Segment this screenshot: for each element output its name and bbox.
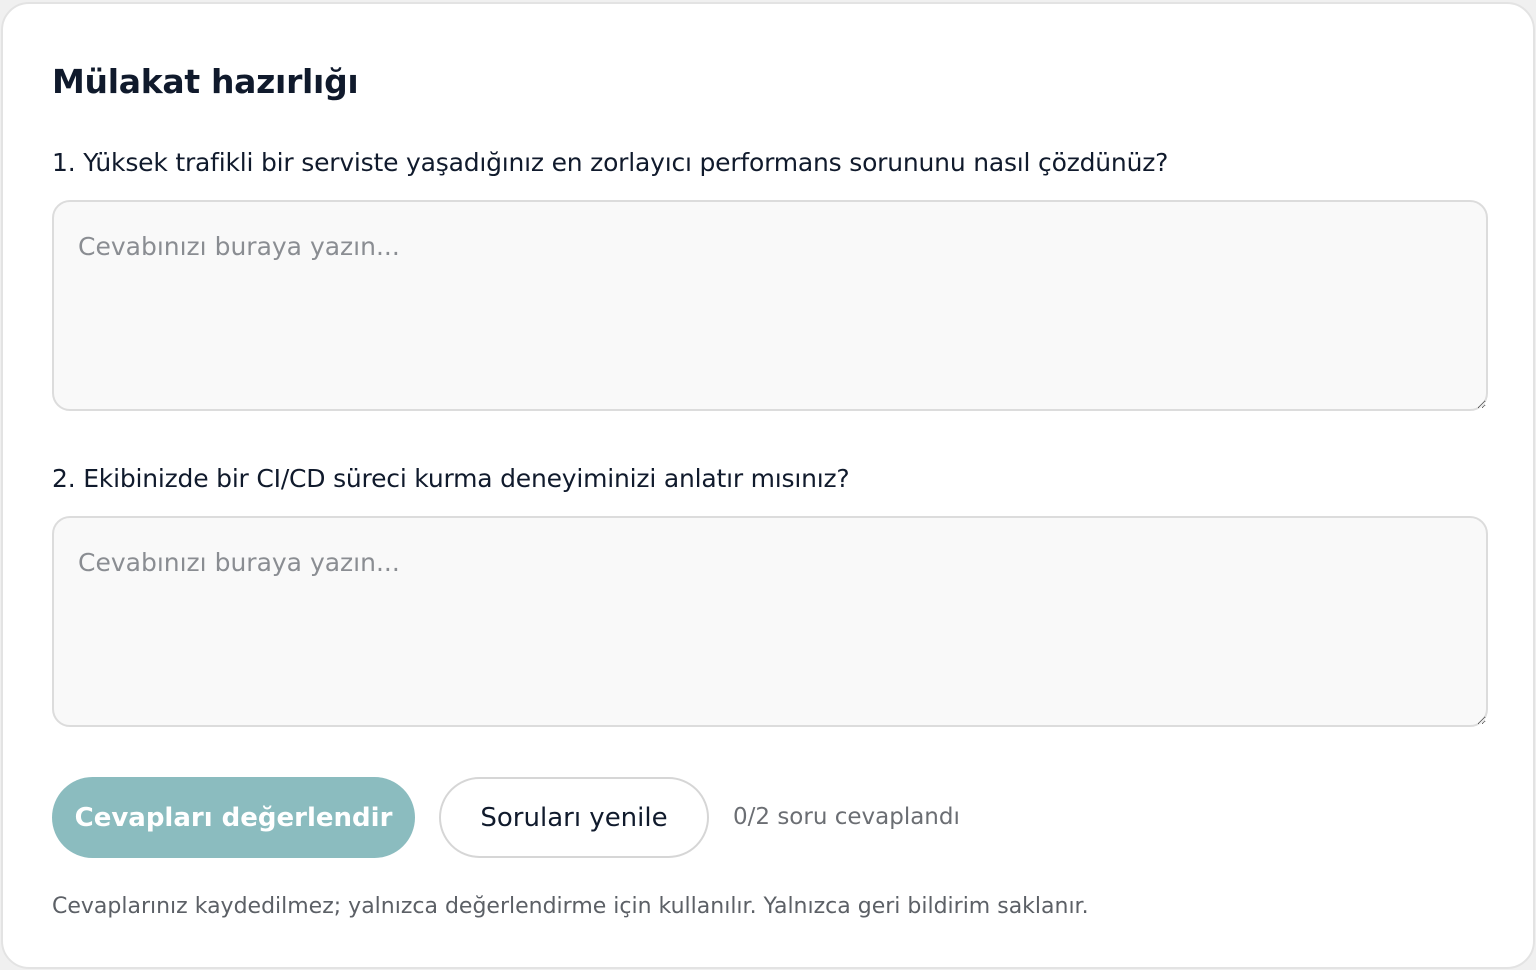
answered-progress-text: 0/2 soru cevaplandı xyxy=(733,804,960,830)
refresh-questions-button[interactable]: Soruları yenile xyxy=(439,777,709,858)
question-1-label: 1. Yüksek trafikli bir serviste yaşadığı… xyxy=(52,148,1169,177)
privacy-footnote: Cevaplarınız kaydedilmez; yalnızca değer… xyxy=(52,894,1089,919)
answer-1-input[interactable] xyxy=(52,200,1488,411)
interview-prep-card: Mülakat hazırlığı 1. Yüksek trafikli bir… xyxy=(1,2,1535,969)
answer-2-input[interactable] xyxy=(52,516,1488,727)
evaluate-answers-button[interactable]: Cevapları değerlendir xyxy=(52,777,415,858)
question-2-label: 2. Ekibinizde bir CI/CD süreci kurma den… xyxy=(52,464,850,493)
page-title: Mülakat hazırlığı xyxy=(52,62,359,101)
